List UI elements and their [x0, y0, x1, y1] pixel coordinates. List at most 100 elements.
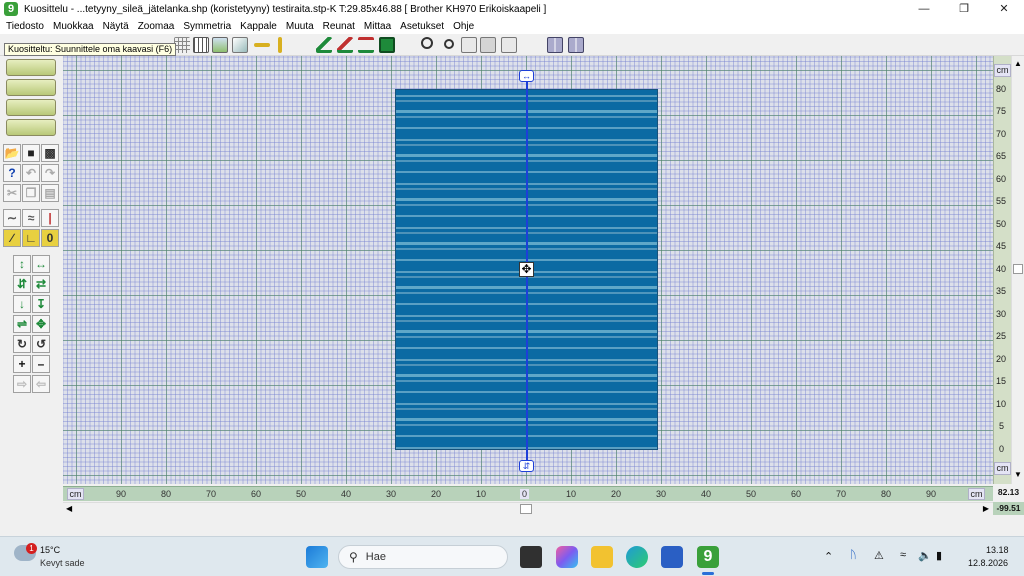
menu-mittaa[interactable]: Mittaa [364, 21, 391, 32]
stairs-icon[interactable] [316, 37, 332, 53]
design-canvas[interactable]: ↔ ⇵ ✥ [63, 56, 993, 484]
bluetooth-icon[interactable]: ᚢ [850, 549, 857, 561]
shrink-vertical-icon[interactable]: ⇵ [13, 275, 31, 293]
center-handle-icon[interactable]: ⇵ [519, 460, 534, 472]
menu-muokkaa[interactable]: Muokkaa [53, 21, 94, 32]
vertical-ruler-unit: cm [994, 64, 1011, 77]
scroll-right-icon[interactable]: ▶ [983, 504, 989, 513]
battery-icon[interactable]: ▮ [936, 549, 942, 562]
clock-time[interactable]: 13.18 [986, 545, 1009, 555]
wifi-icon[interactable]: ≈ [900, 549, 906, 561]
knit-pattern-tool-icon[interactable] [6, 59, 56, 76]
move-down-icon[interactable]: ↓ [13, 295, 31, 313]
horizontal-ruler: cm 90 80 70 60 50 40 30 20 10 0 10 20 30… [63, 486, 993, 501]
weather-badge: 1 [26, 543, 37, 554]
shrink-horizontal-icon[interactable]: ⇄ [32, 275, 50, 293]
scroll-down-icon[interactable]: ▼ [1014, 470, 1022, 479]
menu-kappale[interactable]: Kappale [240, 21, 277, 32]
htick-label: 70 [836, 489, 847, 499]
grid-icon[interactable] [193, 37, 209, 53]
wave-tool-icon[interactable]: ≈ [22, 209, 40, 227]
menu-symmetria[interactable]: Symmetria [183, 21, 231, 32]
horizontal-scroll-thumb[interactable] [520, 504, 532, 514]
htick-label: 50 [746, 489, 757, 499]
rotate-right-icon[interactable]: ↻ [13, 335, 31, 353]
zoom-fit-icon[interactable] [461, 37, 477, 53]
machine-tool-icon[interactable] [6, 99, 56, 116]
edit-picture-icon[interactable] [232, 37, 248, 53]
pattern-icon[interactable] [379, 37, 395, 53]
vertical-scrollbar[interactable]: ▲ ▼ [1011, 56, 1024, 484]
vtick-label: 65 [996, 151, 1007, 161]
scroll-up-icon[interactable]: ▲ [1014, 59, 1022, 68]
htick-label: 80 [881, 489, 892, 499]
print-icon[interactable]: ▩ [41, 144, 59, 162]
menu-reunat[interactable]: Reunat [323, 21, 355, 32]
copilot-icon[interactable] [556, 546, 578, 568]
menu-nayta[interactable]: Näytä [103, 21, 129, 32]
vertical-scroll-thumb[interactable] [1013, 264, 1023, 274]
fold-tool-icon[interactable] [6, 79, 56, 96]
vertical-ruler-icon[interactable] [278, 37, 282, 53]
expand-icon[interactable]: ✥ [32, 315, 50, 333]
zoom-out-icon[interactable] [444, 39, 454, 49]
book-open-icon[interactable] [568, 37, 584, 53]
security-icon[interactable]: ⚠ [874, 549, 884, 562]
window-controls: — ❐ ✕ [904, 0, 1024, 18]
zoom-window-icon[interactable] [480, 37, 496, 53]
horizontal-scrollbar[interactable]: ◀ ▶ [63, 502, 993, 515]
vtick-label: 55 [996, 196, 1007, 206]
clock-date[interactable]: 12.8.2026 [968, 558, 1008, 568]
stretch-horizontal-icon[interactable]: ↔ [32, 255, 50, 273]
help-icon[interactable]: ? [3, 164, 21, 182]
vtick-label: 5 [999, 421, 1005, 431]
windows-start-icon[interactable] [306, 546, 328, 568]
task-view-icon[interactable] [520, 546, 542, 568]
menu-asetukset[interactable]: Asetukset [400, 21, 444, 32]
picture-icon[interactable] [212, 37, 228, 53]
shift-left-icon: ⇦ [32, 375, 50, 393]
stretch-vertical-icon[interactable]: ↕ [13, 255, 31, 273]
tray-chevron-icon[interactable]: ⌃ [824, 550, 833, 563]
menu-ohje[interactable]: Ohje [453, 21, 474, 32]
line-tool-icon[interactable]: | [41, 209, 59, 227]
save-icon[interactable]: ■ [22, 144, 40, 162]
menu-zoomaa[interactable]: Zoomaa [138, 21, 175, 32]
weather-desc[interactable]: Kevyt sade [40, 558, 85, 568]
move-down-center-icon[interactable]: ↧ [32, 295, 50, 313]
mirror-icon[interactable]: ⇌ [13, 315, 31, 333]
book-icon[interactable] [547, 37, 563, 53]
close-icon[interactable]: ✕ [984, 0, 1024, 18]
speaker-icon[interactable]: 🔈 [918, 549, 932, 562]
width-handle-icon[interactable]: ↔ [519, 70, 534, 82]
minus-icon[interactable]: – [32, 355, 50, 373]
file-explorer-icon[interactable] [591, 546, 613, 568]
measure-icon[interactable]: ∕ [3, 229, 21, 247]
plus-icon[interactable]: + [13, 355, 31, 373]
store-icon[interactable] [661, 546, 683, 568]
move-handle-icon[interactable]: ✥ [519, 262, 534, 277]
restore-icon[interactable]: ❐ [944, 0, 984, 18]
ruler-icon[interactable] [254, 43, 270, 47]
arrow-left-icon[interactable] [358, 37, 374, 53]
image-tool-icon[interactable] [6, 119, 56, 136]
measure-steps-icon[interactable]: ∟ [22, 229, 40, 247]
weather-temp[interactable]: 15°C [40, 545, 60, 555]
scroll-left-icon[interactable]: ◀ [66, 504, 72, 513]
menu-tiedosto[interactable]: Tiedosto [6, 21, 44, 32]
measure-zero-icon[interactable]: 0 [41, 229, 59, 247]
grid-dots-icon[interactable] [174, 37, 190, 53]
edge-browser-icon[interactable] [626, 546, 648, 568]
shape-edit-icon[interactable] [337, 37, 353, 53]
htick-label: 90 [116, 489, 127, 499]
rotate-left-icon[interactable]: ↺ [32, 335, 50, 353]
zoom-all-icon[interactable] [501, 37, 517, 53]
minimize-icon[interactable]: — [904, 0, 944, 18]
menu-muuta[interactable]: Muuta [286, 21, 314, 32]
open-folder-icon[interactable]: 📂 [3, 144, 21, 162]
app-taskbar-icon[interactable]: 9 [697, 546, 719, 568]
taskbar-search[interactable]: ⚲ Hae [338, 545, 508, 569]
window-title: Kuosittelu - ...tetyyny_sileä_jätelanka.… [24, 3, 547, 15]
curve-tool-icon[interactable]: ∼ [3, 209, 21, 227]
zoom-in-icon[interactable] [421, 37, 433, 49]
